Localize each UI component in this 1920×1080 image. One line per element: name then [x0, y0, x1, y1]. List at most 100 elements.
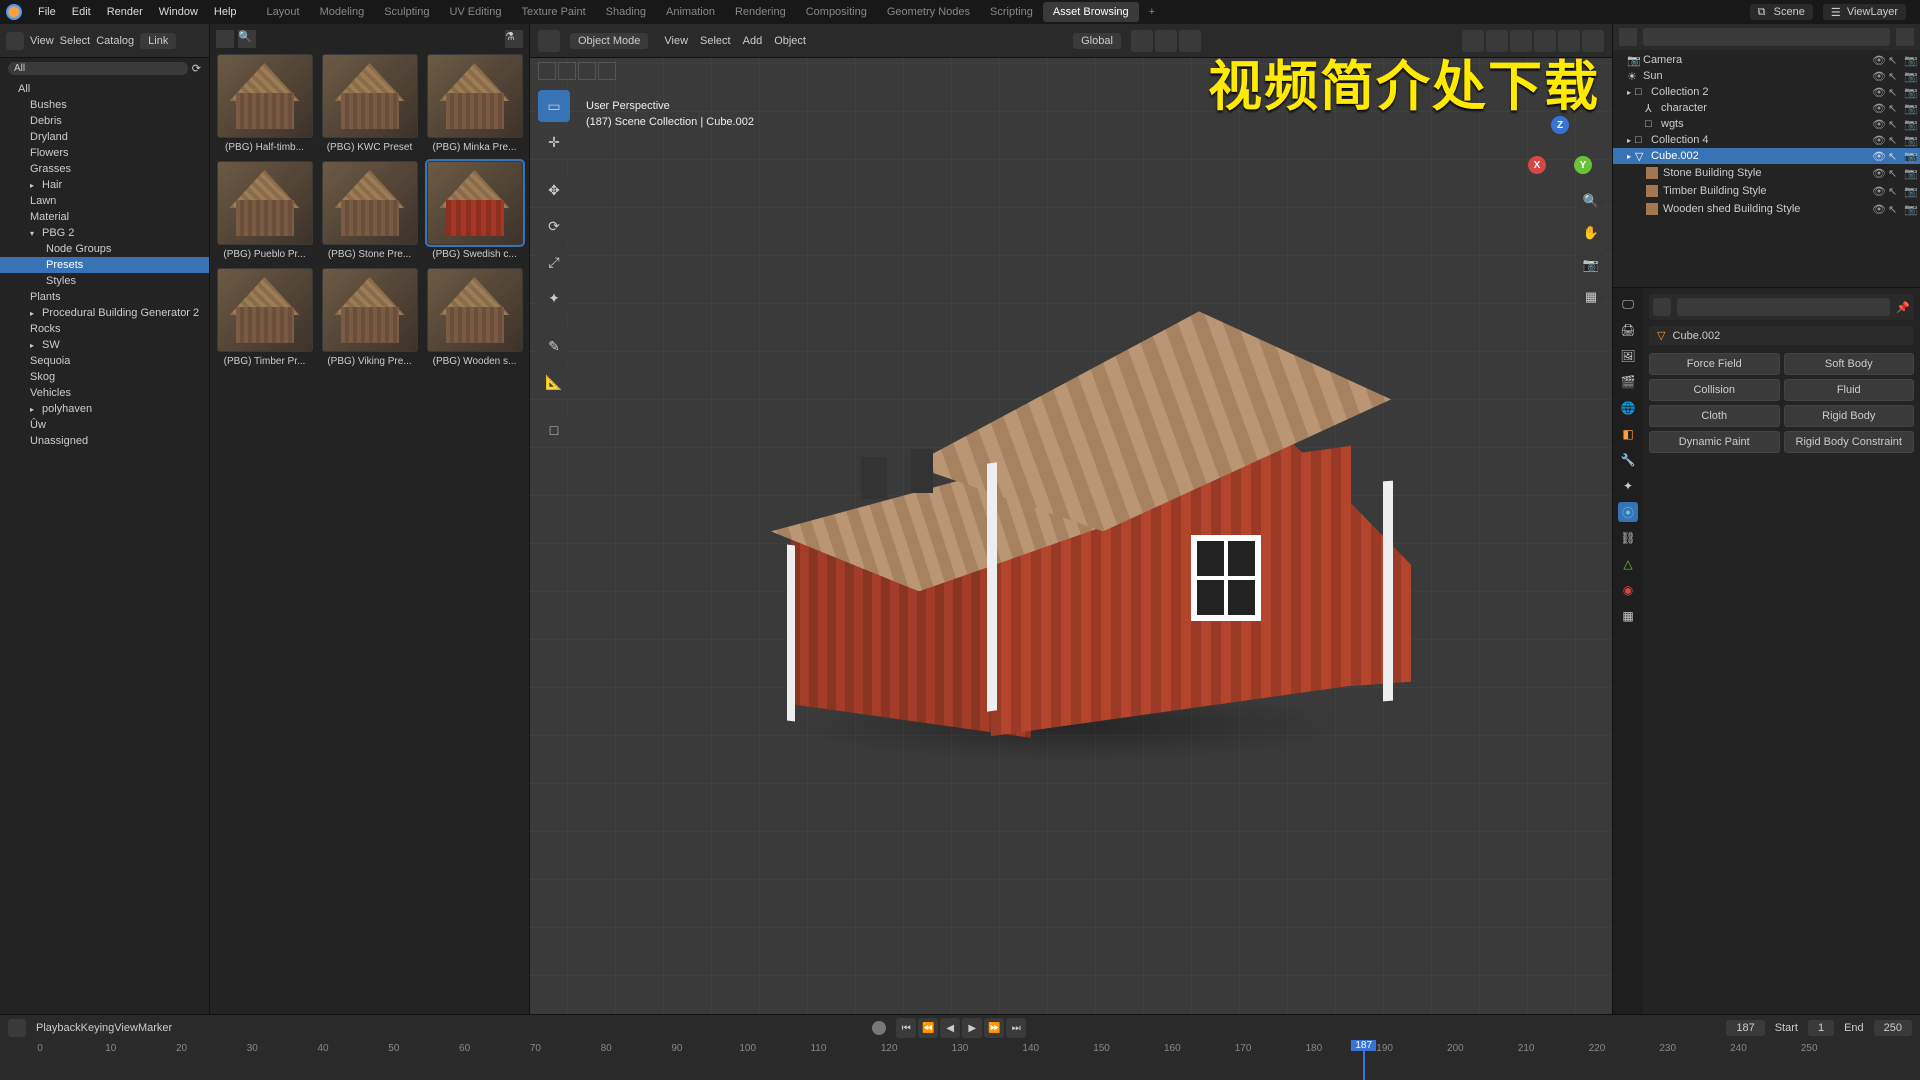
select-box-tool[interactable]: ▭	[538, 90, 570, 122]
catalog-flowers[interactable]: Flowers	[0, 145, 209, 161]
catalog-hair[interactable]: Hair	[0, 177, 209, 193]
asset-refresh-icon[interactable]: ⟳	[192, 62, 201, 75]
catalog-bushes[interactable]: Bushes	[0, 97, 209, 113]
outliner-collection-4[interactable]: ▸□Collection 4👁↖📷	[1613, 132, 1920, 148]
asset--pbg-kwc-preset[interactable]: (PBG) KWC Preset	[321, 54, 418, 153]
play-reverse-button[interactable]: ◀	[940, 1018, 960, 1038]
add-cube-tool[interactable]: □	[538, 414, 570, 446]
viewport-menu-select[interactable]: Select	[694, 33, 737, 49]
catalog-sequoia[interactable]: Sequoia	[0, 353, 209, 369]
start-frame-field[interactable]: 1	[1808, 1020, 1834, 1036]
catalog-rocks[interactable]: Rocks	[0, 321, 209, 337]
workspace-rendering[interactable]: Rendering	[725, 2, 796, 22]
catalog-polyhaven[interactable]: polyhaven	[0, 401, 209, 417]
physics-rigid-body-button[interactable]: Rigid Body	[1784, 405, 1915, 427]
editor-type-icon[interactable]	[538, 30, 560, 52]
workspace-sculpting[interactable]: Sculpting	[374, 2, 439, 22]
cursor-toggle-icon[interactable]: ↖	[1888, 86, 1900, 98]
asset-view-menu[interactable]: View	[30, 35, 54, 47]
catalog-sw[interactable]: SW	[0, 337, 209, 353]
play-button[interactable]: ▶	[962, 1018, 982, 1038]
annotate-tool[interactable]: ✎	[538, 330, 570, 362]
viewport-menu-add[interactable]: Add	[737, 33, 769, 49]
catalog-grasses[interactable]: Grasses	[0, 161, 209, 177]
render-toggle-icon[interactable]: 📷	[1904, 134, 1916, 146]
editor-type-icon[interactable]	[6, 32, 24, 50]
catalog-material[interactable]: Material	[0, 209, 209, 225]
search-icon[interactable]: 🔍	[238, 30, 256, 48]
viewport-menu-view[interactable]: View	[658, 33, 694, 49]
catalog-pbg-2[interactable]: PBG 2	[0, 225, 209, 241]
asset--pbg-viking-pre-[interactable]: (PBG) Viking Pre...	[321, 268, 418, 367]
proportional-edit-icon[interactable]	[1155, 30, 1177, 52]
tab-data[interactable]: △	[1618, 554, 1638, 574]
catalog-node-groups[interactable]: Node Groups	[0, 241, 209, 257]
tab-constraints[interactable]: ⛓	[1618, 528, 1638, 548]
cursor-toggle-icon[interactable]: ↖	[1888, 102, 1900, 114]
eye-toggle-icon[interactable]: 👁	[1872, 167, 1884, 179]
pan-icon[interactable]: ✋	[1578, 220, 1604, 246]
timeline-playhead[interactable]: 187	[1363, 1041, 1365, 1080]
select-mode-face[interactable]	[578, 62, 596, 80]
timeline-menu-marker[interactable]: Marker	[138, 1022, 172, 1034]
rotate-tool[interactable]: ⟳	[538, 210, 570, 242]
render-toggle-icon[interactable]: 📷	[1904, 54, 1916, 66]
workspace-compositing[interactable]: Compositing	[796, 2, 877, 22]
cursor-toggle-icon[interactable]: ↖	[1888, 185, 1900, 197]
tab-object[interactable]: ◧	[1618, 424, 1638, 444]
scene-selector[interactable]: ⧉ Scene	[1750, 4, 1813, 20]
eye-toggle-icon[interactable]: 👁	[1872, 86, 1884, 98]
outliner-search[interactable]	[1643, 28, 1890, 46]
cursor-toggle-icon[interactable]: ↖	[1888, 150, 1900, 162]
asset--pbg-pueblo-pr-[interactable]: (PBG) Pueblo Pr...	[216, 161, 313, 260]
select-mode-edge[interactable]	[558, 62, 576, 80]
tab-material[interactable]: ◉	[1618, 580, 1638, 600]
properties-editor-icon[interactable]	[1653, 298, 1671, 316]
workspace-add-button[interactable]: +	[1139, 2, 1165, 22]
catalog-procedural-building-generator-2[interactable]: Procedural Building Generator 2	[0, 305, 209, 321]
render-toggle-icon[interactable]: 📷	[1904, 203, 1916, 215]
chevron-icon[interactable]: ▸	[1627, 88, 1631, 97]
cursor-toggle-icon[interactable]: ↖	[1888, 70, 1900, 82]
outliner-wooden-shed-building-style[interactable]: Wooden shed Building Style👁↖📷	[1613, 200, 1920, 218]
viewlayer-selector[interactable]: ☰ ViewLayer	[1823, 4, 1906, 20]
keyframe-next-button[interactable]: ⏩	[984, 1018, 1004, 1038]
timeline-menu-playback[interactable]: Playback	[36, 1022, 81, 1034]
outliner-sun[interactable]: ☀Sun👁↖📷	[1613, 68, 1920, 84]
tab-viewlayer[interactable]: 🖼	[1618, 346, 1638, 366]
catalog-presets[interactable]: Presets	[0, 257, 209, 273]
asset--pbg-swedish-c-[interactable]: (PBG) Swedish c...	[426, 161, 523, 260]
render-toggle-icon[interactable]: 📷	[1904, 86, 1916, 98]
physics-force-field-button[interactable]: Force Field	[1649, 353, 1780, 375]
catalog-unassigned[interactable]: Unassigned	[0, 433, 209, 449]
timeline-menu-view[interactable]: View	[114, 1022, 138, 1034]
eye-toggle-icon[interactable]: 👁	[1872, 118, 1884, 130]
physics-soft-body-button[interactable]: Soft Body	[1784, 353, 1915, 375]
physics-dynamic-paint-button[interactable]: Dynamic Paint	[1649, 431, 1780, 453]
menu-window[interactable]: Window	[151, 3, 206, 21]
physics-collision-button[interactable]: Collision	[1649, 379, 1780, 401]
eye-toggle-icon[interactable]: 👁	[1872, 185, 1884, 197]
filter-icon[interactable]: ⚗	[505, 30, 523, 48]
tab-scene[interactable]: 🎬	[1618, 372, 1638, 392]
chevron-icon[interactable]	[30, 227, 38, 239]
chevron-icon[interactable]	[30, 339, 38, 351]
timeline-editor-icon[interactable]	[8, 1019, 26, 1037]
axis-x-icon[interactable]: X	[1528, 156, 1546, 174]
outliner-camera[interactable]: 📷Camera👁↖📷	[1613, 52, 1920, 68]
tab-world[interactable]: 🌐	[1618, 398, 1638, 418]
current-frame-field[interactable]: 187	[1726, 1020, 1764, 1036]
asset-library-dropdown[interactable]: All	[8, 62, 188, 75]
navigation-gizmo[interactable]: Z X Y	[1528, 116, 1592, 180]
snap-icon[interactable]	[1131, 30, 1153, 52]
render-toggle-icon[interactable]: 📷	[1904, 185, 1916, 197]
active-object-name[interactable]: ▽ Cube.002	[1649, 326, 1914, 345]
3d-viewport[interactable]: Object Mode ViewSelectAddObject Global	[530, 24, 1612, 1014]
chevron-icon[interactable]: ▸	[1627, 136, 1631, 145]
workspace-shading[interactable]: Shading	[596, 2, 656, 22]
select-mode-vertex[interactable]	[538, 62, 556, 80]
cursor-toggle-icon[interactable]: ↖	[1888, 134, 1900, 146]
properties-pin-icon[interactable]: 📌	[1896, 301, 1910, 314]
outliner-timber-building-style[interactable]: Timber Building Style👁↖📷	[1613, 182, 1920, 200]
cursor-tool[interactable]: ✛	[538, 126, 570, 158]
